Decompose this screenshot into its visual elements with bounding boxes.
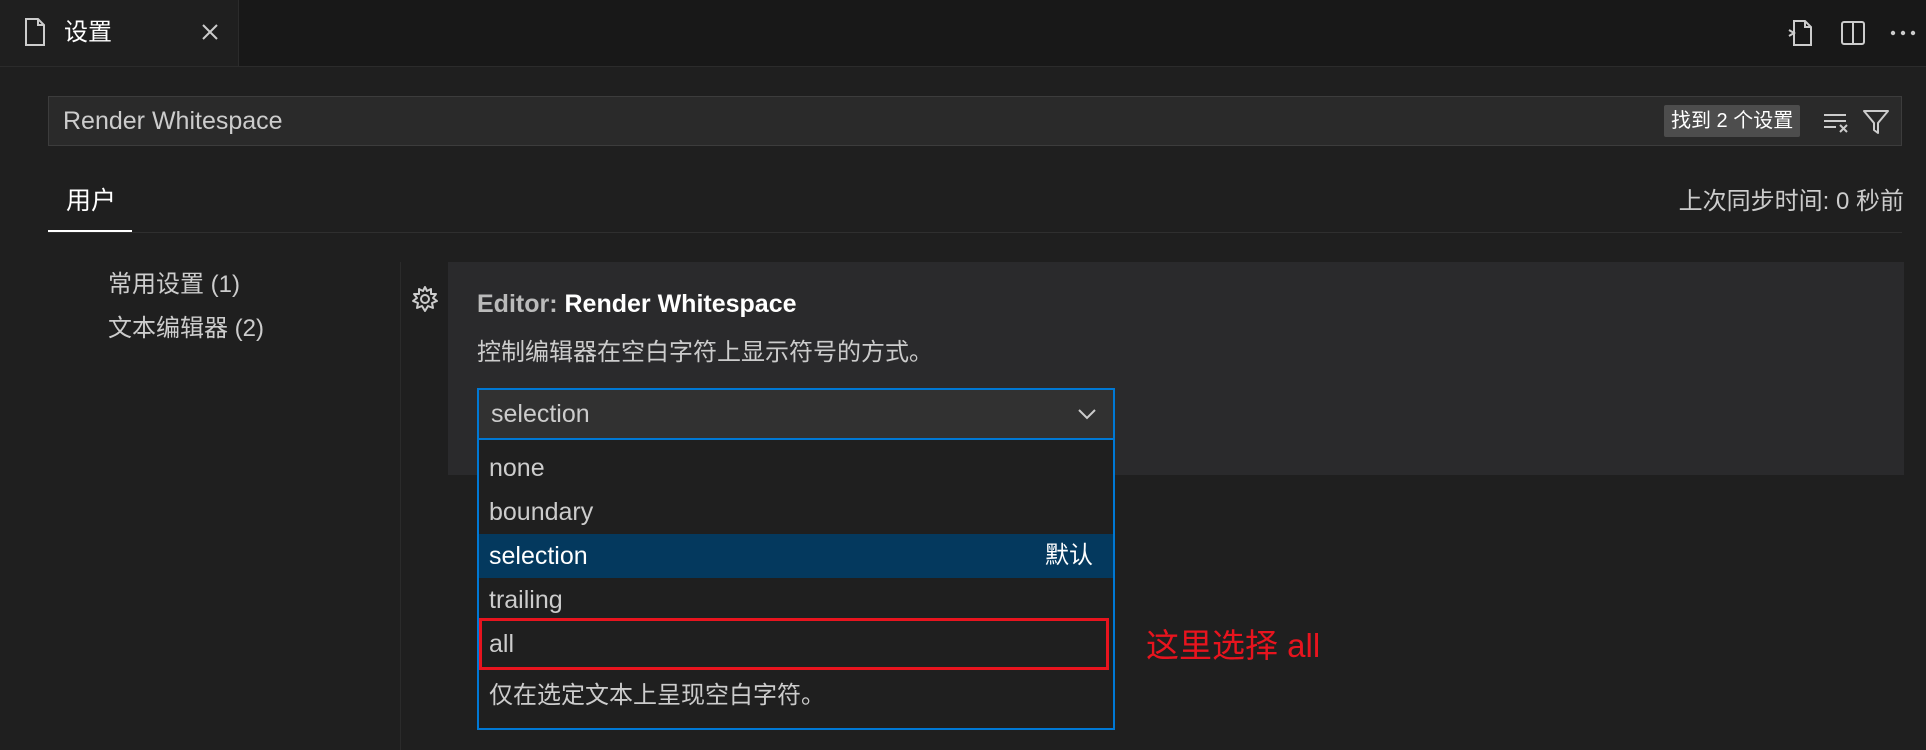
setting-category: Editor: (477, 290, 565, 318)
open-settings-json-icon[interactable] (1786, 18, 1816, 48)
option-none[interactable]: none (479, 446, 1113, 490)
toc-divider (400, 262, 401, 750)
tab-user-settings[interactable]: 用户 (48, 180, 132, 232)
tab-title: 设置 (64, 19, 112, 46)
option-label: selection (489, 542, 588, 570)
tab-bar: 设置 (0, 0, 1926, 67)
clear-filter-icon[interactable] (1821, 107, 1851, 137)
more-actions-icon[interactable] (1888, 18, 1918, 48)
annotation-highlight-box (479, 618, 1109, 670)
select-value: selection (491, 400, 590, 428)
result-count-badge: 找到 2 个设置 (1664, 105, 1801, 137)
gear-icon[interactable] (410, 284, 440, 314)
option-boundary[interactable]: boundary (479, 490, 1113, 534)
settings-tab[interactable]: 设置 (0, 0, 239, 66)
option-trailing[interactable]: trailing (479, 578, 1113, 622)
file-icon (25, 18, 45, 46)
setting-description: 控制编辑器在空白字符上显示符号的方式。 (477, 339, 933, 366)
chevron-down-icon (1078, 409, 1096, 420)
close-icon[interactable] (196, 18, 224, 46)
render-whitespace-select[interactable]: selection (477, 388, 1115, 440)
default-tag: 默认 (1045, 542, 1093, 569)
annotation-text: 这里选择 all (1146, 627, 1321, 664)
divider (48, 232, 1902, 233)
option-selection[interactable]: selection 默认 (479, 534, 1113, 578)
select-dropdown: none boundary selection 默认 trailing all … (477, 440, 1115, 730)
user-tab-label: 用户 (66, 187, 117, 215)
option-label: none (489, 454, 545, 482)
toc-item-text-editor[interactable]: 文本编辑器 (2) (108, 312, 264, 346)
settings-search: 找到 2 个设置 (48, 96, 1902, 146)
search-input[interactable] (63, 97, 1463, 145)
filter-icon[interactable] (1861, 107, 1891, 137)
sync-status: 上次同步时间: 0 秒前 (1678, 188, 1904, 215)
option-description: 仅在选定文本上呈现空白字符。 (489, 682, 825, 709)
option-label: boundary (489, 498, 594, 526)
setting-name: Render Whitespace (564, 290, 797, 318)
setting-title: Editor: Render Whitespace (477, 286, 797, 322)
split-editor-icon[interactable] (1838, 18, 1868, 48)
toc-item-commonly-used[interactable]: 常用设置 (1) (108, 268, 240, 302)
option-label: trailing (489, 586, 563, 614)
